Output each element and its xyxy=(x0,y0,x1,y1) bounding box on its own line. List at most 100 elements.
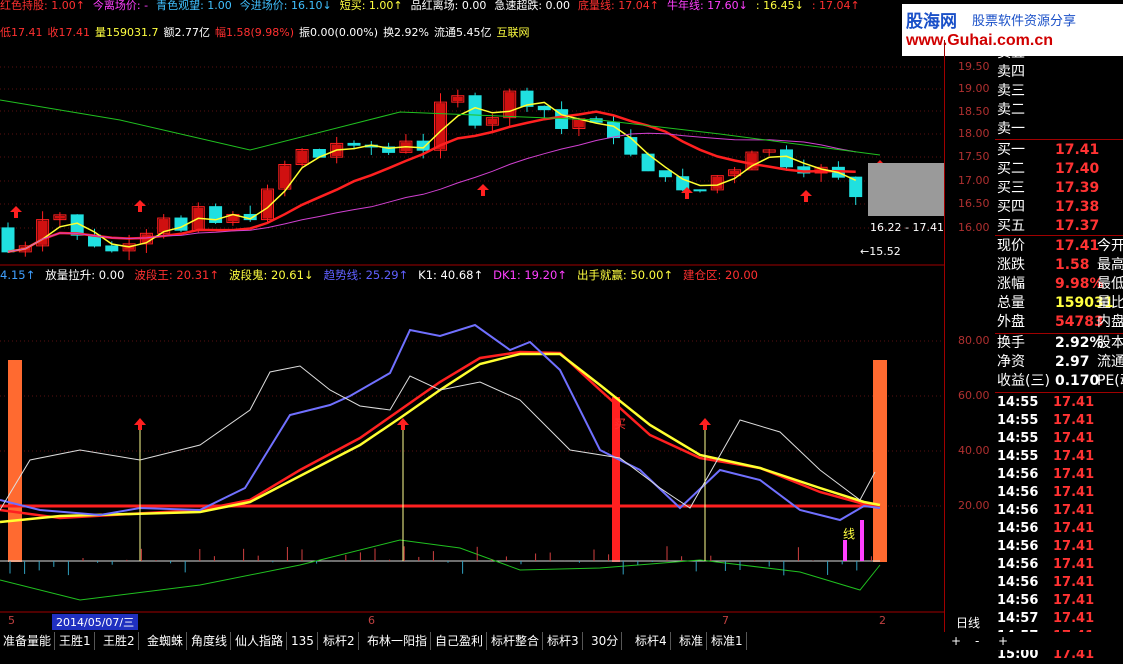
indicator-tab[interactable]: 角度线 xyxy=(188,632,231,650)
tick-price: 17.41 xyxy=(1053,484,1094,502)
tick-price: 17.41 xyxy=(1053,466,1094,484)
stat-label-2: 最低 xyxy=(1097,275,1123,294)
date-tick-6: 6 xyxy=(368,614,375,627)
quote-panel: 卖五卖四卖三卖二卖一 买一17.41买二17.40买三17.39买四17.38买… xyxy=(995,40,1123,640)
tick-time: 14:55 xyxy=(997,430,1038,448)
tick-row: 14:5617.41 xyxy=(995,466,1123,484)
top-indicator-item: 短买: 1.00↑ xyxy=(340,0,403,12)
signal-arrow xyxy=(134,418,146,430)
stat-row: 现价17.41今开 xyxy=(995,237,1123,256)
quote-field-item: 流通5.45亿 xyxy=(434,26,492,39)
indicator-tab[interactable]: 王胜2 xyxy=(100,632,139,650)
book-price: 17.41 xyxy=(1055,141,1099,160)
indicator-tab[interactable]: 准备量能 xyxy=(0,632,55,650)
book-price: 17.38 xyxy=(1055,198,1099,217)
period-label[interactable]: 日线 xyxy=(956,614,980,631)
book-label: 卖二 xyxy=(997,101,1025,120)
indicator-tab[interactable]: 金蜘蛛 xyxy=(144,632,187,650)
tick-price: 17.41 xyxy=(1053,394,1094,412)
candle-body xyxy=(538,106,550,109)
tab-nav-button[interactable]: + xyxy=(995,632,1011,650)
tick-price: 17.41 xyxy=(1053,520,1094,538)
stat-label-2: 量比 xyxy=(1097,294,1123,313)
tick-row: 14:56 17.41 xyxy=(995,520,1123,538)
tab-nav-button[interactable]: - xyxy=(972,632,982,650)
indicator-tab[interactable]: 标准 xyxy=(676,632,707,650)
indicator-legend-item: 出手就赢: 50.00↑ xyxy=(577,268,673,282)
stat-label-2: 内盘 xyxy=(1097,313,1123,332)
indicator-tab[interactable]: 标准1 xyxy=(708,632,747,650)
ma-yellow xyxy=(8,102,856,251)
indicator-tab[interactable]: 标杆3 xyxy=(544,632,583,650)
book-label: 卖四 xyxy=(997,63,1025,82)
book-row: 卖二 xyxy=(995,101,1123,120)
buy-arrow-marker xyxy=(800,190,812,202)
stat-label: 现价 xyxy=(997,237,1025,256)
indicator-tab[interactable]: 布林一阳指 xyxy=(364,632,431,650)
top-indicator-item: 今离场价: - xyxy=(93,0,148,12)
tick-row: 14:5517.41 xyxy=(995,430,1123,448)
indicator-legend-item: DK1: 19.20↑ xyxy=(493,268,567,282)
book-label: 买五 xyxy=(997,217,1025,236)
tick-time: 14:56 xyxy=(997,520,1038,538)
chart-area[interactable]: 16.22 - 17.41 ←15.52 买 线 xyxy=(0,40,945,632)
book-label: 卖三 xyxy=(997,82,1025,101)
stat-label: 收益(三) xyxy=(997,372,1050,391)
tab-nav-button[interactable]: + xyxy=(948,632,964,650)
logo-slogan: 股票软件资源分享 xyxy=(972,10,1076,29)
tick-price: 17.41 xyxy=(1053,556,1094,574)
book-label: 买二 xyxy=(997,160,1025,179)
stat-row: 净资2.97流通 xyxy=(995,353,1123,372)
date-tick-7: 7 xyxy=(722,614,729,627)
selected-date[interactable]: 2014/05/07/三 xyxy=(52,614,138,630)
tick-time: 14:56 xyxy=(997,484,1038,502)
indicator-tab[interactable]: 王胜1 xyxy=(56,632,95,650)
quote-field-item: 低17.41 xyxy=(0,26,43,39)
price-axis-label: 16.00 xyxy=(958,221,990,234)
candle-fill xyxy=(280,166,290,189)
book-row: 买一17.41 xyxy=(995,141,1123,160)
indicator-tab[interactable]: 标杆整合 xyxy=(488,632,543,650)
tick-row: 14:5617.41 xyxy=(995,592,1123,610)
stat-label: 净资 xyxy=(997,353,1025,372)
stat-label: 涨幅 xyxy=(997,275,1025,294)
tick-price: 17.41 xyxy=(1053,592,1094,610)
oscillator-panel xyxy=(0,325,887,600)
indicator-tab[interactable]: 135 xyxy=(288,632,318,650)
price-axis-label: 19.50 xyxy=(958,60,990,73)
book-label: 买四 xyxy=(997,198,1025,217)
left-signal-bar xyxy=(8,360,22,562)
tick-row: 14:56 17.41 xyxy=(995,484,1123,502)
indicator-tab[interactable]: 标杆2 xyxy=(320,632,359,650)
indicator-tab[interactable]: 标杆4 xyxy=(632,632,671,650)
tick-time: 14:56 xyxy=(997,502,1038,520)
stat-row: 收益(三)0.170PE(动 xyxy=(995,372,1123,391)
indicator-legend-item: 4.15↑ xyxy=(0,268,35,282)
buy-arrow-marker xyxy=(477,184,489,196)
osc-axis-label: 40.00 xyxy=(958,444,990,457)
low-price-label: ←15.52 xyxy=(860,245,901,258)
candle-body xyxy=(659,171,671,177)
indicator-tab[interactable]: 自己盈利 xyxy=(432,632,487,650)
quote-field-item: 幅1.58(9.98%) xyxy=(215,26,294,39)
indicator-tab[interactable]: 30分 xyxy=(588,632,622,650)
price-axis-label: 18.00 xyxy=(958,127,990,140)
indicator-legend-row: 4.15↑放量拉升: 0.00波段王: 20.31↑波段鬼: 20.61↓趋势线… xyxy=(0,267,940,282)
tick-time: 14:57 xyxy=(997,610,1038,628)
stat-row: 换手2.92%股本 xyxy=(995,334,1123,353)
top-indicator-item: 急速超跌: 0.00 xyxy=(494,0,570,12)
book-row: 卖三 xyxy=(995,82,1123,101)
candle-body xyxy=(417,141,429,150)
candle-fill xyxy=(55,216,65,219)
stat-label-2: 股本 xyxy=(1097,334,1123,353)
tick-row: 14:5717.41 xyxy=(995,610,1123,628)
candle-fill xyxy=(228,215,238,221)
tick-time: 14:55 xyxy=(997,412,1038,430)
book-label: 卖五 xyxy=(997,44,1025,63)
range-highlight-box xyxy=(868,163,944,216)
candle-fill xyxy=(712,177,722,189)
tick-price: 17.41 xyxy=(1053,538,1094,556)
line-wave-king xyxy=(0,352,880,518)
indicator-tab[interactable]: 仙人指路 xyxy=(232,632,287,650)
line-marker-bar xyxy=(860,520,864,561)
